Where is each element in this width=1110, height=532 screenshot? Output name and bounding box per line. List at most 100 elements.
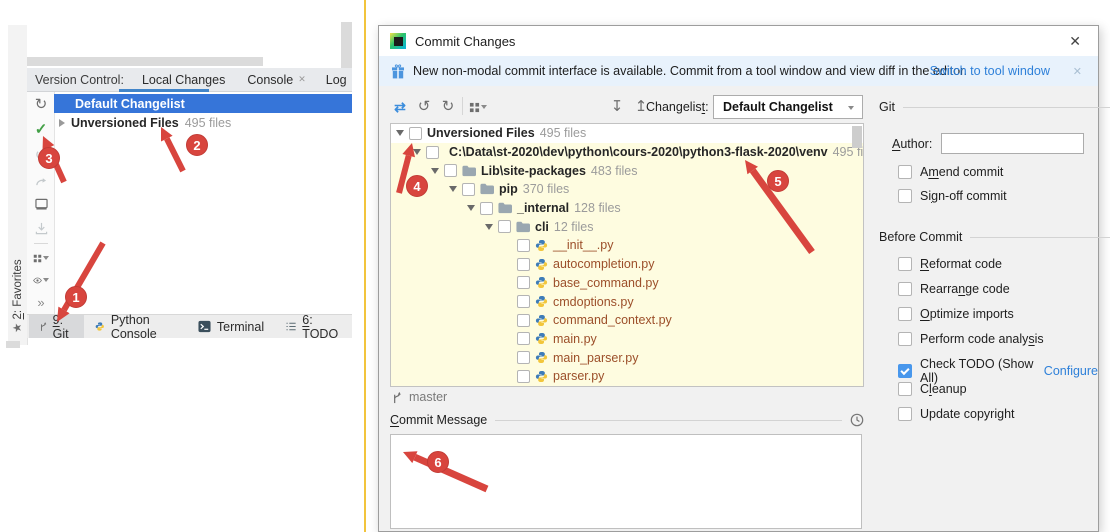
- tree-file-row[interactable]: main_parser.py: [391, 348, 863, 367]
- dialog-titlebar[interactable]: Commit Changes ✕: [379, 26, 1098, 56]
- editor-hscrollbar[interactable]: [27, 57, 263, 66]
- refresh-icon[interactable]: ↻: [33, 96, 49, 112]
- tab-close-icon[interactable]: ✕: [298, 74, 306, 85]
- before-commit-option-analysis[interactable]: Perform code analysis: [898, 332, 1044, 346]
- amend-checkbox[interactable]: [898, 165, 912, 179]
- more-actions-icon[interactable]: »: [33, 294, 49, 310]
- group-by-icon[interactable]: [33, 250, 49, 266]
- tree-folder-row[interactable]: cli 12 files: [391, 217, 863, 236]
- rollback-icon[interactable]: ↺: [416, 98, 432, 114]
- group-name: Unversioned Files: [427, 126, 535, 140]
- include-checkbox[interactable]: [517, 295, 530, 308]
- before-commit-option-optimize[interactable]: Optimize imports: [898, 307, 1014, 321]
- collapse-arrow-icon[interactable]: [431, 168, 439, 174]
- include-checkbox[interactable]: [517, 314, 530, 327]
- collapse-arrow-icon[interactable]: [485, 224, 493, 230]
- before-commit-option-check-todo[interactable]: Check TODO (Show All) Configure: [898, 357, 1098, 385]
- tab-local-changes[interactable]: Local Changes: [142, 73, 225, 87]
- before-commit-option-cleanup[interactable]: Cleanup: [898, 382, 967, 396]
- optimize-imports-checkbox[interactable]: [898, 307, 912, 321]
- tree-file-row[interactable]: parser.py: [391, 367, 863, 386]
- commit-message-header: Commit Message: [390, 413, 864, 427]
- toolwindow-tab-terminal[interactable]: Terminal: [187, 315, 275, 338]
- tab-console[interactable]: Console ✕: [247, 73, 305, 87]
- refresh-changes-icon[interactable]: ↻: [440, 98, 456, 114]
- code-analysis-checkbox[interactable]: [898, 332, 912, 346]
- file-name: __init__.py: [553, 238, 613, 252]
- before-commit-option-reformat[interactable]: Reformat code: [898, 257, 1002, 271]
- move-to-changelist-icon[interactable]: ⇄: [392, 99, 408, 115]
- tree-file-row[interactable]: cmdoptions.py: [391, 292, 863, 311]
- include-checkbox[interactable]: [517, 239, 530, 252]
- tree-root-row[interactable]: Unversioned Files 495 files: [391, 124, 863, 143]
- include-checkbox[interactable]: [517, 351, 530, 364]
- toolwindow-tab-git[interactable]: 9: Git: [29, 315, 84, 338]
- dialog-close-icon[interactable]: ✕: [1069, 33, 1081, 50]
- collapse-arrow-icon[interactable]: [396, 130, 404, 136]
- commit-check-icon[interactable]: ✓: [33, 121, 49, 137]
- screenshot-root: ★ 2: Favorites Version Control: Local Ch…: [0, 0, 1110, 532]
- amend-commit-option[interactable]: Amend commit: [898, 165, 1003, 179]
- author-input[interactable]: [941, 133, 1084, 154]
- tree-file-row[interactable]: autocompletion.py: [391, 255, 863, 274]
- tree-file-row[interactable]: base_command.py: [391, 274, 863, 293]
- cleanup-checkbox[interactable]: [898, 382, 912, 396]
- statusbar-remnant: [6, 341, 20, 348]
- include-checkbox[interactable]: [462, 183, 475, 196]
- file-name: base_command.py: [553, 276, 659, 290]
- show-options-eye-icon[interactable]: [33, 272, 49, 288]
- switch-to-tool-window-link[interactable]: Switch to tool window: [930, 64, 1050, 78]
- before-commit-option-rearrange[interactable]: Rearrange code: [898, 282, 1010, 296]
- toolwindow-tab-todo[interactable]: 6: TODO: [275, 315, 352, 338]
- signoff-commit-option[interactable]: Sign-off commit: [898, 189, 1007, 203]
- before-commit-option-copyright[interactable]: Update copyright: [898, 407, 1015, 421]
- expand-arrow-icon[interactable]: [59, 119, 65, 127]
- include-checkbox[interactable]: [498, 220, 511, 233]
- favorites-toolwindow-button[interactable]: ★ 2: Favorites: [10, 305, 24, 333]
- annotation-badge-2: 2: [186, 134, 208, 156]
- unshelve-icon[interactable]: [33, 173, 49, 189]
- shelve-silently-icon[interactable]: [33, 220, 49, 236]
- changelist-dropdown[interactable]: Default Changelist: [713, 95, 863, 119]
- include-checkbox[interactable]: [517, 332, 530, 345]
- include-checkbox[interactable]: [517, 276, 530, 289]
- tree-file-row[interactable]: main.py: [391, 330, 863, 349]
- check-todo-checkbox[interactable]: [898, 364, 912, 378]
- tree-folder-row[interactable]: _internal 128 files: [391, 199, 863, 218]
- include-checkbox[interactable]: [426, 146, 439, 159]
- editor-vscrollbar[interactable]: [341, 22, 352, 68]
- include-checkbox[interactable]: [517, 258, 530, 271]
- tree-folder-row[interactable]: pip 370 files: [391, 180, 863, 199]
- terminal-icon: [198, 320, 211, 333]
- commit-message-input[interactable]: [390, 434, 862, 529]
- python-file-icon: [535, 370, 548, 383]
- include-checkbox[interactable]: [480, 202, 493, 215]
- include-checkbox[interactable]: [444, 164, 457, 177]
- configure-todo-link[interactable]: Configure: [1044, 364, 1098, 378]
- file-name: main.py: [553, 332, 597, 346]
- changes-tree-panel[interactable]: Unversioned Files 495 files C:\Data\st-2…: [390, 123, 864, 387]
- signoff-checkbox[interactable]: [898, 189, 912, 203]
- rearrange-checkbox[interactable]: [898, 282, 912, 296]
- reformat-checkbox[interactable]: [898, 257, 912, 271]
- collapse-arrow-icon[interactable]: [467, 205, 475, 211]
- tree-file-row[interactable]: command_context.py: [391, 311, 863, 330]
- include-checkbox[interactable]: [409, 127, 422, 140]
- banner-dismiss-icon[interactable]: ✕: [1073, 65, 1082, 78]
- include-checkbox[interactable]: [517, 370, 530, 383]
- tree-scrollbar-thumb[interactable]: [852, 126, 862, 148]
- tree-folder-row[interactable]: Lib\site-packages 483 files: [391, 161, 863, 180]
- default-changelist-row[interactable]: Default Changelist: [54, 94, 352, 113]
- tab-log[interactable]: Log: [326, 73, 347, 87]
- toolwindow-tab-python-console[interactable]: Python Console: [84, 315, 187, 338]
- update-copyright-checkbox[interactable]: [898, 407, 912, 421]
- group-by-icon[interactable]: [469, 99, 487, 115]
- collapse-arrow-icon[interactable]: [449, 186, 457, 192]
- collapse-arrow-icon[interactable]: [413, 149, 421, 155]
- commit-history-clock-icon[interactable]: [850, 413, 864, 427]
- tree-file-row[interactable]: __init__.py: [391, 236, 863, 255]
- unversioned-files-row[interactable]: Unversioned Files 495 files: [54, 113, 352, 132]
- preview-diff-icon[interactable]: [33, 196, 49, 212]
- expand-all-icon[interactable]: ↧: [609, 98, 625, 114]
- tree-folder-row[interactable]: C:\Data\st-2020\dev\python\cours-2020\py…: [391, 143, 863, 162]
